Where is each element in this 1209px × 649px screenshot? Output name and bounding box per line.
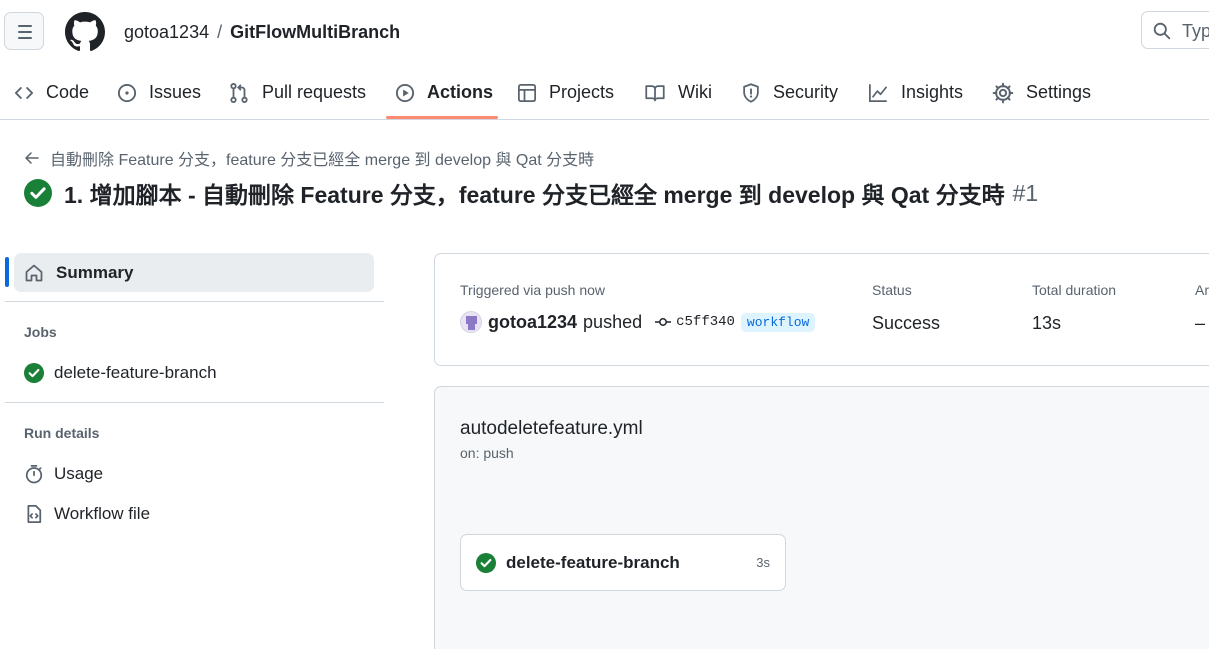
play-icon [395,83,415,102]
success-check-icon [24,179,52,207]
search-input[interactable]: Typ [1141,11,1209,49]
status-label: Status [872,282,912,298]
trigger-label: Triggered via push now [460,282,606,298]
run-title: 1. 增加腳本 - 自動刪除 Feature 分支，feature 分支已經全 … [24,176,1038,210]
sidebar-jobs-heading: Jobs [24,324,57,340]
tab-actions-label: Actions [427,82,494,102]
status-value: Success [872,313,941,333]
tab-insights-label: Insights [901,82,964,102]
sidebar-item-summary[interactable]: Summary [14,253,374,292]
breadcrumb-separator: / [217,22,223,42]
search-icon [1153,22,1171,40]
arrow-left-icon [25,152,39,164]
job-node-name: delete-feature-branch [506,552,680,572]
avatar[interactable] [460,311,482,333]
shield-icon [743,82,759,103]
tab-actions[interactable]: Actions [395,66,493,119]
success-check-icon [24,363,44,383]
artifacts-label: Ar [1195,282,1209,298]
top-bar: gotoa1234 / GitFlowMultiBranch Typ [0,0,1209,64]
duration-label: Total duration [1032,282,1117,298]
tab-wiki[interactable]: Wiki [644,66,712,119]
sidebar-item-workflow-file[interactable]: Workflow file [24,504,150,524]
sidebar-divider [5,301,384,302]
run-summary-card: Triggered via push now gotoa1234 pushed … [434,253,1209,366]
workflow-trigger: on: push [460,445,514,461]
workflow-file-name: autodeletefeature.yml [460,418,643,439]
back-link-label: 自動刪除 Feature 分支，feature 分支已經全 merge 到 de… [50,152,595,169]
sidebar-job-label: delete-feature-branch [54,363,217,382]
tab-issues-label: Issues [149,82,202,102]
book-icon [645,84,665,101]
repo-breadcrumb: gotoa1234 / GitFlowMultiBranch [124,20,400,44]
table-icon [518,83,536,102]
sidebar-usage-label: Usage [54,464,104,483]
push-info: gotoa1234 pushed c5ff340 workflow [460,311,816,333]
push-action-text: pushed [583,311,643,332]
sidebar-summary-label: Summary [56,262,134,282]
code-icon [14,86,34,99]
tab-wiki-label: Wiki [678,82,712,102]
file-code-icon [27,505,42,523]
sidebar-run-details-heading: Run details [24,425,100,441]
job-node-duration: 3s [756,555,770,570]
active-tab-indicator [386,116,498,119]
repo-tab-nav: Code Issues Pull requests Actions Projec… [0,66,1209,120]
artifacts-value: – [1195,313,1206,333]
tab-insights[interactable]: Insights [867,66,963,119]
back-to-workflow-link[interactable]: 自動刪除 Feature 分支，feature 分支已經全 merge 到 de… [24,146,594,170]
stopwatch-icon [25,465,43,484]
run-number: #1 [1012,179,1039,206]
workflow-graph: autodeletefeature.yml on: push delete-fe… [434,386,1209,649]
tab-projects[interactable]: Projects [517,66,614,119]
tab-code-label: Code [46,82,90,102]
tab-projects-label: Projects [549,82,615,102]
sidebar-workflow-file-label: Workflow file [54,504,151,523]
commit-icon [655,318,672,326]
issue-icon [117,83,137,102]
tab-code[interactable]: Code [14,66,89,119]
job-node[interactable]: delete-feature-branch 3s [460,534,786,591]
repo-owner-link[interactable]: gotoa1234 [124,22,209,42]
github-logo-icon[interactable] [65,12,105,52]
duration-value: 13s [1032,313,1062,333]
sidebar-item-job[interactable]: delete-feature-branch [24,363,217,383]
home-icon [25,264,43,281]
run-title-text: 1. 增加腳本 - 自動刪除 Feature 分支，feature 分支已經全 … [64,182,1005,208]
tab-settings-label: Settings [1026,82,1092,102]
commit-sha-link[interactable]: c5ff340 [676,314,735,330]
tab-security[interactable]: Security [741,66,838,119]
sidebar-divider [5,402,384,403]
tab-pull-requests[interactable]: Pull requests [228,66,366,119]
hamburger-menu-button[interactable] [4,12,44,50]
search-placeholder: Typ [1182,21,1209,41]
tab-settings[interactable]: Settings [992,66,1091,119]
tab-issues[interactable]: Issues [117,66,201,119]
sidebar-active-marker [5,257,9,287]
success-check-icon [476,552,496,573]
tab-security-label: Security [773,82,839,102]
actor-link[interactable]: gotoa1234 [488,312,577,333]
pull-request-icon [230,82,248,103]
gear-icon [992,82,1014,103]
branch-badge[interactable]: workflow [740,312,816,332]
tab-pull-requests-label: Pull requests [262,82,367,102]
repo-name-link[interactable]: GitFlowMultiBranch [230,22,400,42]
graph-icon [869,83,887,102]
sidebar-item-usage[interactable]: Usage [24,464,103,484]
